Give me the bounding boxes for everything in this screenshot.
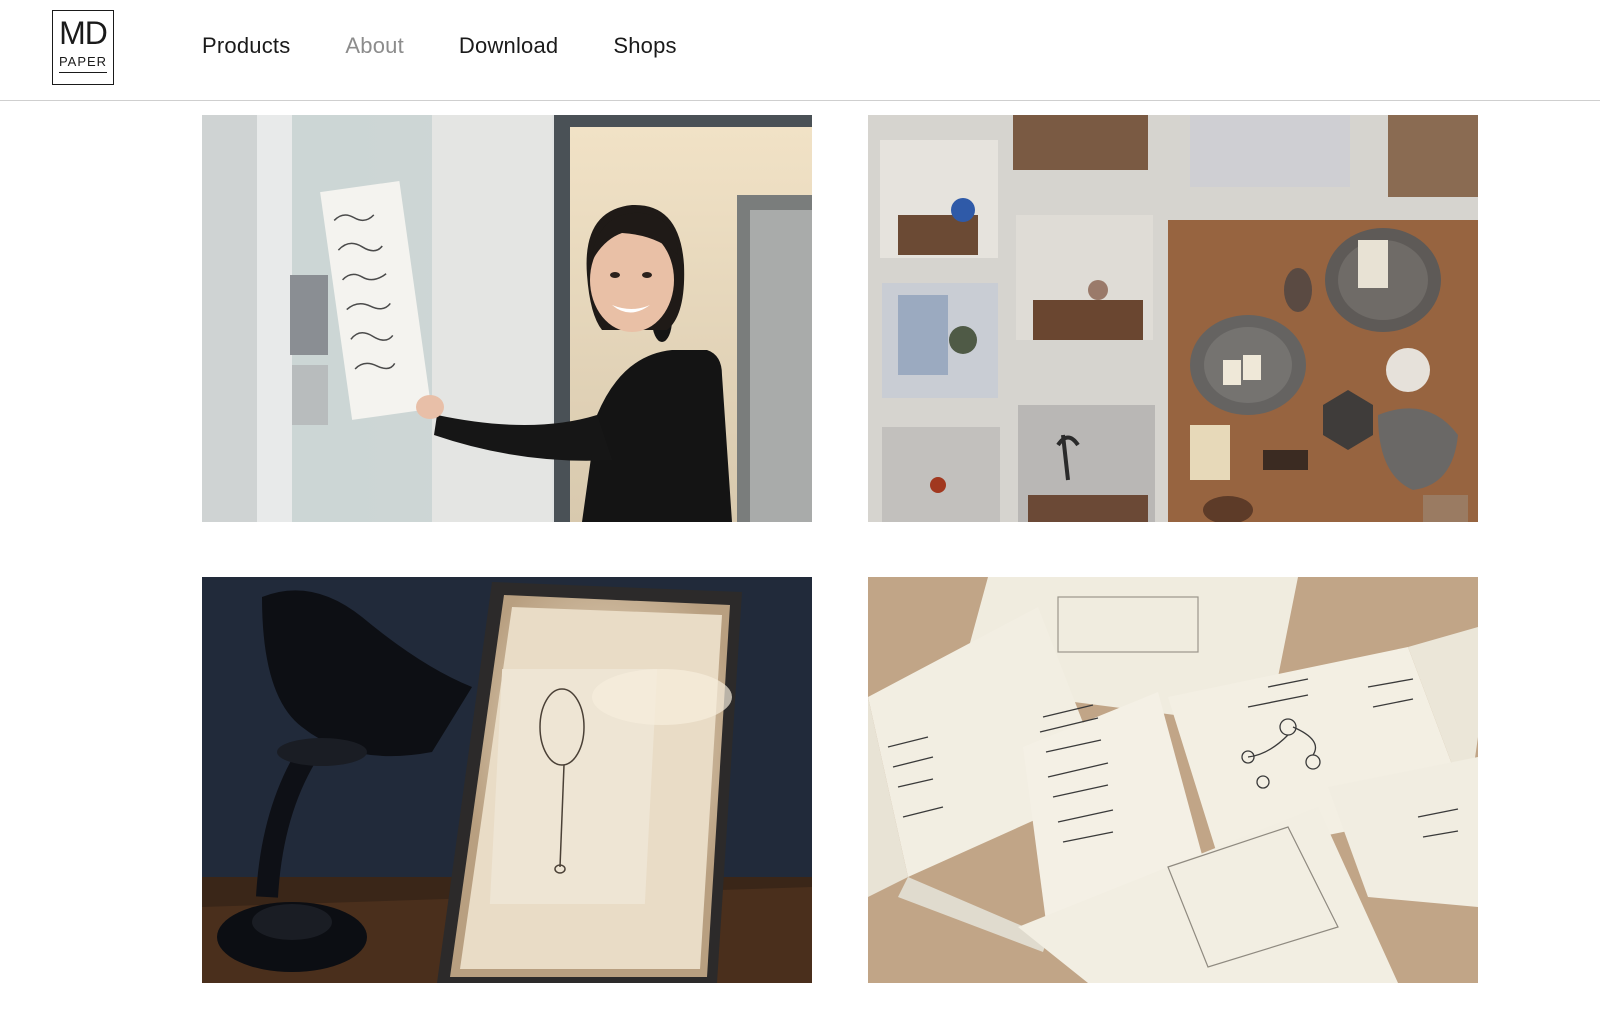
logo-paper-text: PAPER (58, 54, 108, 73)
nav-about[interactable]: About (345, 30, 404, 62)
nav-download[interactable]: Download (459, 30, 558, 62)
photo-lamp-frame (202, 577, 812, 983)
logo-md-text: MD (59, 15, 108, 51)
nav-products[interactable]: Products (202, 30, 290, 62)
photo-woman-calligraphy (202, 115, 812, 522)
nav-shops[interactable]: Shops (613, 30, 676, 62)
photo-wall-collage (868, 115, 1478, 522)
main-nav: Products About Download Shops (202, 30, 732, 62)
site-header: MD PAPER Products About Download Shops (0, 0, 1600, 101)
md-paper-logo[interactable]: MD PAPER (52, 10, 114, 85)
photo-notebooks (868, 577, 1478, 983)
